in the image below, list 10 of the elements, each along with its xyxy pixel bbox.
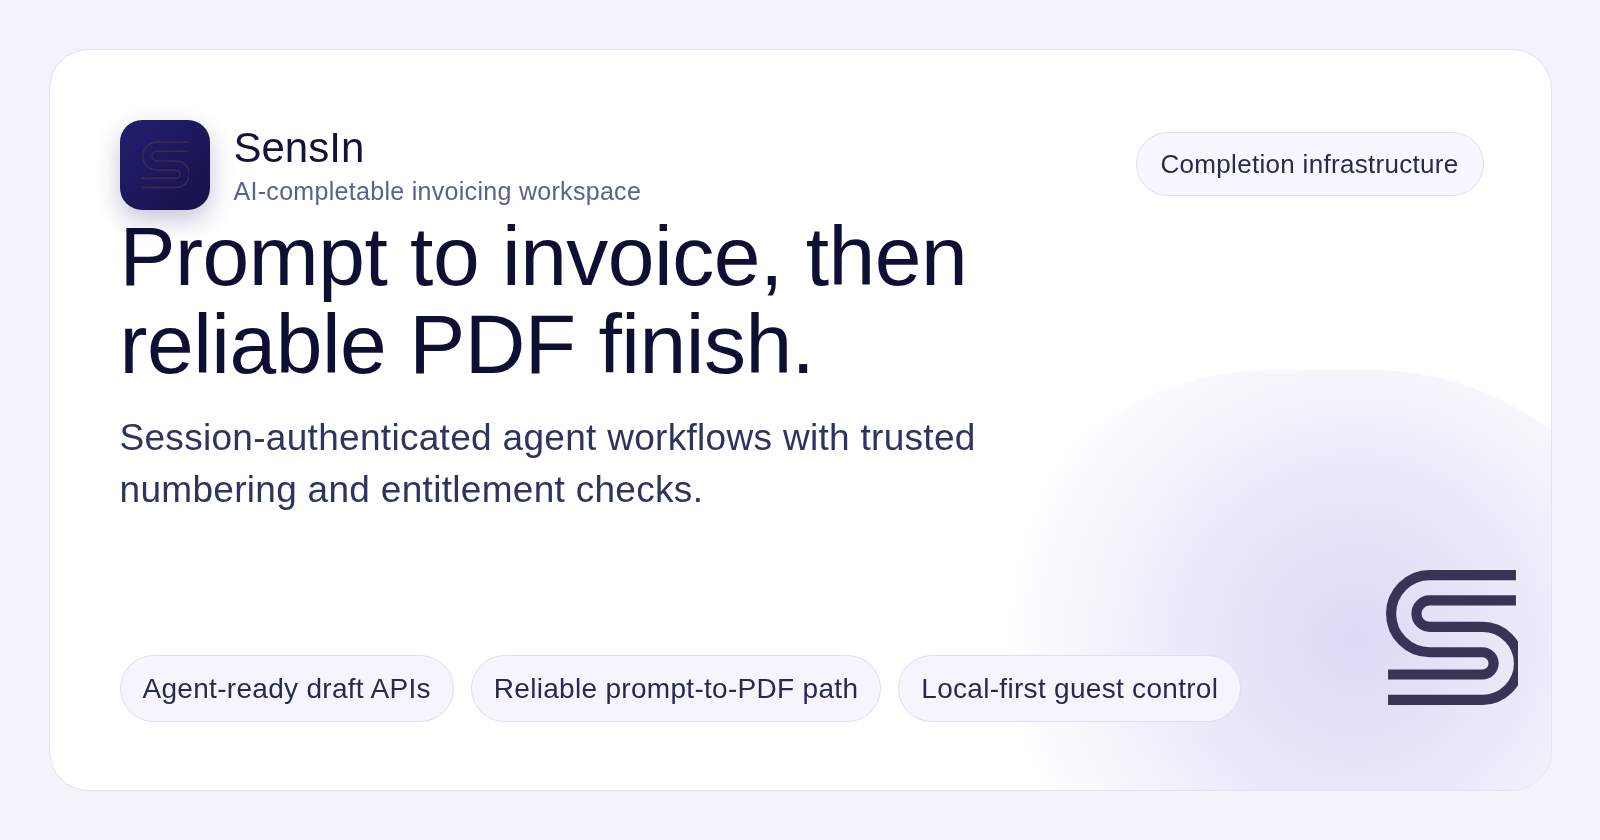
feature-chip: Local-first guest control: [898, 655, 1242, 722]
subtitle: Session-authenticated agent workflows with trusted numbering and entitlement checks.: [119, 416, 977, 512]
brand-tagline: AI-completable invoicing workspace: [233, 176, 642, 207]
logo-mark-icon: [140, 140, 189, 190]
category-badge: Completion infrastructure: [1135, 132, 1484, 196]
feature-chip: Agent-ready draft APIs: [119, 655, 454, 722]
brand-mark-icon: [1385, 570, 1518, 706]
headline: Prompt to invoice, then reliable PDF finish.: [119, 212, 969, 388]
feature-chip: Reliable prompt-to-PDF path: [470, 655, 882, 722]
brand-name: SensIn: [233, 123, 366, 173]
